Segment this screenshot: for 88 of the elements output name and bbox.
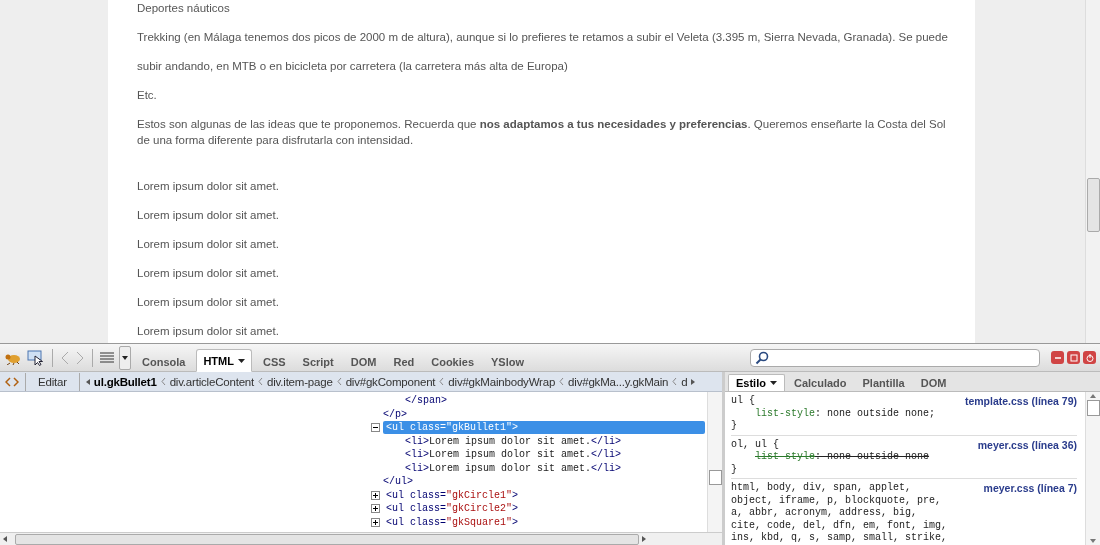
closing-brace: } — [731, 420, 738, 433]
css-selector: html, body, div, span, applet, object, iframe, p, blockquote, pre, a, abbr, acronym, address, big, cite, code, del, dfn, em, font, img, ins, kbd, q, s, samp, small, strike, — [731, 482, 948, 545]
breadcrumb-separator-icon — [559, 378, 565, 385]
css-property[interactable]: list-style: none outside none — [731, 451, 1077, 464]
collapse-icon[interactable] — [371, 423, 383, 433]
paragraph: Estos son algunas de las ideas que te proponemos. Recuerda que nos adaptamos a tus necesidades y preferencias. Queremos enseñarte la Costa del Sol de una forma diferente para disfrutarla con intensidad. — [137, 117, 947, 148]
code-line: <li>Lorem ipsum dolor sit amet.</li> — [405, 449, 622, 461]
paragraph: Etc. — [137, 88, 158, 103]
css-selector: ol, ul { — [731, 438, 779, 451]
detach-button[interactable] — [1067, 351, 1080, 364]
panel-tab[interactable]: Cookies — [425, 351, 480, 372]
code-line: </p> — [383, 408, 407, 420]
scroll-left-icon[interactable] — [3, 536, 7, 542]
code-line[interactable]: <ul class="gkSquare1"> — [383, 515, 705, 529]
scroll-left-icon[interactable] — [85, 378, 90, 385]
scroll-right-icon[interactable] — [642, 536, 646, 542]
panel-tab[interactable]: Consola — [136, 351, 192, 372]
paragraph: Lorem ipsum dolor sit amet. — [137, 237, 280, 252]
side-tab[interactable]: DOM — [913, 375, 954, 391]
scroll-up-icon[interactable] — [1090, 394, 1096, 398]
scrollbar-thumb[interactable] — [1086, 400, 1100, 416]
panel-tab[interactable]: CSS — [256, 351, 292, 372]
scrollbar-thumb[interactable] — [15, 533, 639, 545]
source-link[interactable]: meyer.css (línea 7) — [983, 482, 1077, 495]
breadcrumb-separator-icon — [258, 378, 264, 385]
side-tab[interactable]: Plantilla — [855, 375, 912, 391]
scrollbar[interactable] — [1085, 392, 1100, 545]
search-field[interactable] — [750, 348, 1040, 367]
breadcrumb-item[interactable]: d — [681, 375, 688, 388]
paragraph: Lorem ipsum dolor sit amet. — [137, 179, 280, 194]
paragraph: Deportes náuticos — [137, 1, 231, 16]
dropdown-button[interactable] — [119, 345, 131, 370]
panel-tab[interactable]: YSlow — [485, 351, 531, 372]
paragraph: Lorem ipsum dolor sit amet. — [137, 266, 280, 281]
closing-brace: } — [731, 463, 738, 476]
expand-icon[interactable] — [371, 504, 383, 514]
code-line[interactable]: <ul class="gkCircle1"> — [383, 488, 705, 502]
breadcrumb-item[interactable]: div.item-page — [267, 375, 333, 388]
paragraph: Lorem ipsum dolor sit amet. — [137, 295, 280, 310]
search-icon — [755, 350, 769, 365]
paragraph: Lorem ipsum dolor sit amet. — [137, 324, 280, 339]
source-link[interactable]: meyer.css (línea 36) — [977, 438, 1077, 451]
breadcrumb-separator-icon — [439, 378, 445, 385]
close-button[interactable] — [1083, 351, 1096, 364]
breadcrumb-item[interactable]: div.articleContent — [169, 375, 255, 388]
panel-tab[interactable]: DOM — [344, 351, 383, 372]
expand-icon[interactable] — [371, 490, 383, 500]
scroll-right-icon[interactable] — [691, 378, 696, 385]
expand-icon[interactable] — [371, 517, 383, 527]
minimize-button[interactable] — [1051, 351, 1064, 364]
side-tab[interactable]: Calculado — [786, 375, 854, 391]
breadcrumb-item[interactable]: ul.gkBullet1 — [93, 375, 157, 388]
breadcrumb-item[interactable]: div#gkMainbodyWrap — [448, 375, 556, 388]
breadcrumb-separator-icon — [336, 378, 342, 385]
paragraph: Lorem ipsum dolor sit amet. — [137, 208, 280, 223]
code-line: <li>Lorem ipsum dolor sit amet.</li> — [405, 462, 622, 474]
code-line: </span> — [405, 395, 447, 407]
caret-icon — [122, 355, 128, 360]
panel-tab[interactable]: HTML — [196, 349, 252, 372]
code-icon[interactable] — [5, 375, 19, 388]
breadcrumb-separator-icon — [672, 378, 678, 385]
back-icon[interactable] — [60, 350, 70, 365]
css-selector: ul { — [731, 395, 755, 408]
scrollbar-thumb[interactable] — [1087, 178, 1100, 232]
code-line: </ul> — [383, 476, 413, 488]
breadcrumb-item[interactable]: div#gkMa...y.gkMain — [568, 375, 669, 388]
power-icon — [1085, 353, 1094, 362]
scroll-down-icon[interactable] — [1090, 539, 1096, 543]
breadcrumb-separator-icon — [160, 378, 166, 385]
window-icon — [1069, 353, 1078, 362]
panel-tab[interactable]: Script — [296, 351, 340, 372]
breadcrumb-item[interactable]: div#gkComponent — [345, 375, 436, 388]
forward-icon[interactable] — [75, 350, 85, 365]
code-line: <li>Lorem ipsum dolor sit amet.</li> — [405, 435, 622, 447]
css-property[interactable]: list-style: none outside none; — [731, 407, 1077, 420]
source-link[interactable]: template.css (línea 79) — [964, 395, 1077, 408]
horizontal-scrollbar[interactable] — [0, 532, 722, 545]
panel-tab[interactable]: Red — [387, 351, 421, 372]
menu-icon[interactable] — [100, 351, 114, 364]
code-line[interactable]: <ul class="gkCircle2"> — [383, 502, 705, 516]
scrollbar-thumb[interactable] — [709, 470, 722, 485]
paragraph: Trekking (en Málaga tenemos dos picos de 2000 m de altura), aunque si lo prefieres te retamos a subir el Veleta (3.395 m, Sierra Nevada, Granada). Se puede — [137, 30, 949, 45]
page-scrollbar[interactable] — [1085, 0, 1100, 343]
paragraph: subir andando, en MTB o en bicicleta por carretera (la carretera más alta de Europa) — [137, 59, 569, 74]
scrollbar[interactable] — [707, 392, 722, 532]
side-tab[interactable]: Estilo — [728, 374, 785, 391]
edit-button[interactable]: Editar — [32, 375, 73, 388]
inspect-icon[interactable] — [27, 349, 45, 366]
